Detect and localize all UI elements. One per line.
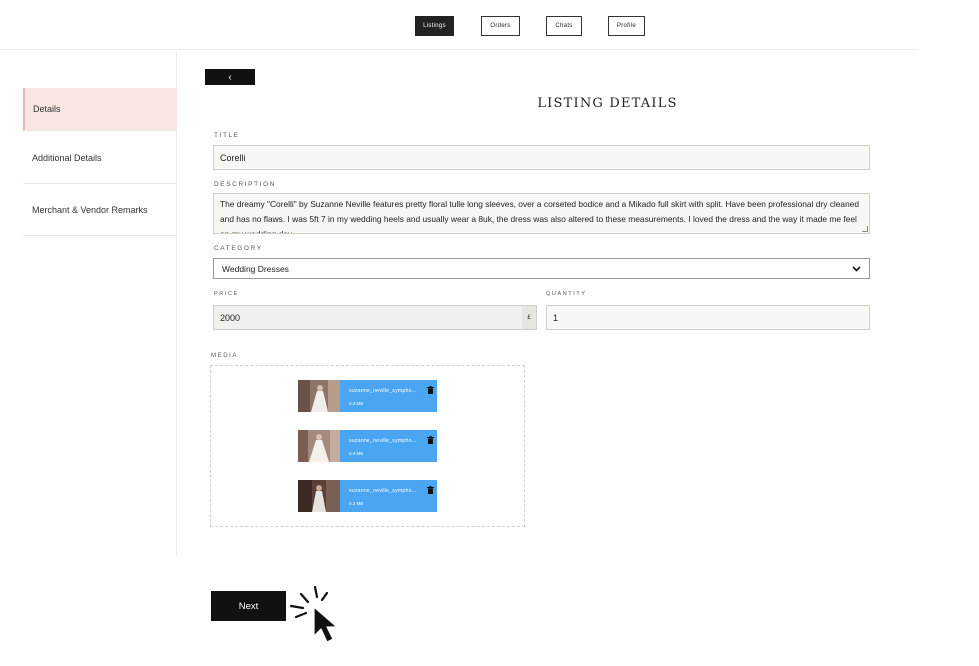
price-label: PRICE [214, 291, 239, 297]
media-file-item[interactable]: suzanne_neville_sympho... 0.3 MB [298, 480, 437, 512]
currency-addon: £ [522, 305, 537, 330]
nav-listings[interactable]: Listings [415, 16, 454, 36]
quantity-label: QUANTITY [546, 291, 587, 297]
dress-thumbnail-image [298, 380, 340, 412]
nav-orders[interactable]: Orders [481, 16, 520, 36]
media-file-name: suzanne_neville_sympho... [349, 438, 417, 444]
category-select[interactable]: Wedding Dresses [213, 258, 870, 279]
resize-grip-icon[interactable] [862, 226, 868, 232]
quantity-input-value: 1 [553, 312, 559, 323]
media-file-name: suzanne_neville_sympho... [349, 388, 417, 394]
top-navigation: Listings Orders Chats Profile [0, 0, 918, 50]
sidebar-item-label: Additional Details [32, 152, 102, 163]
dress-thumbnail-image [298, 480, 340, 512]
quantity-input[interactable]: 1 [546, 305, 870, 330]
description-textarea[interactable]: The dreamy "Corelli" by Suzanne Neville … [213, 193, 870, 234]
back-button[interactable]: ‹ [205, 69, 255, 85]
dress-thumbnail-image [298, 430, 340, 462]
chevron-down-icon [852, 265, 861, 272]
media-file-size: 0.4 MB [349, 401, 364, 406]
sidebar-item-merchant-vendor-remarks[interactable]: Merchant & Vendor Remarks [23, 185, 177, 236]
next-button-label: Next [238, 600, 259, 612]
currency-symbol: £ [527, 314, 531, 321]
trash-icon[interactable] [427, 436, 434, 444]
media-file-size: 0.4 MB [349, 451, 364, 456]
media-label: MEDIA [211, 353, 239, 359]
title-input[interactable]: Corelli [213, 145, 870, 170]
nav-chats[interactable]: Chats [546, 16, 582, 36]
chevron-left-icon: ‹ [228, 71, 232, 83]
price-input-value: 2000 [220, 312, 241, 323]
sidebar-item-additional-details[interactable]: Additional Details [23, 132, 177, 184]
title-label: TITLE [214, 132, 240, 139]
next-button[interactable]: Next [211, 591, 286, 621]
price-input[interactable]: 2000 [213, 305, 523, 330]
description-label: DESCRIPTION [214, 181, 277, 188]
media-file-name: suzanne_neville_sympho... [349, 488, 417, 494]
page-title: LISTING DETAILS [537, 96, 678, 111]
sidebar-item-label: Merchant & Vendor Remarks [32, 205, 148, 215]
title-input-value: Corelli [220, 152, 246, 163]
media-file-item[interactable]: suzanne_neville_sympho... 0.4 MB [298, 380, 437, 412]
sidebar-item-details[interactable]: Details [23, 88, 177, 131]
trash-icon[interactable] [427, 486, 434, 494]
category-select-value: Wedding Dresses [222, 263, 289, 274]
click-cursor-icon [289, 585, 338, 643]
nav-profile[interactable]: Profile [608, 16, 645, 36]
media-file-size: 0.3 MB [349, 501, 364, 506]
trash-icon[interactable] [427, 386, 434, 394]
media-file-item[interactable]: suzanne_neville_sympho... 0.4 MB [298, 430, 437, 462]
description-value: The dreamy "Corelli" by Suzanne Neville … [220, 199, 860, 234]
sidebar-item-label: Details [33, 104, 61, 114]
category-label: CATEGORY [214, 245, 263, 252]
